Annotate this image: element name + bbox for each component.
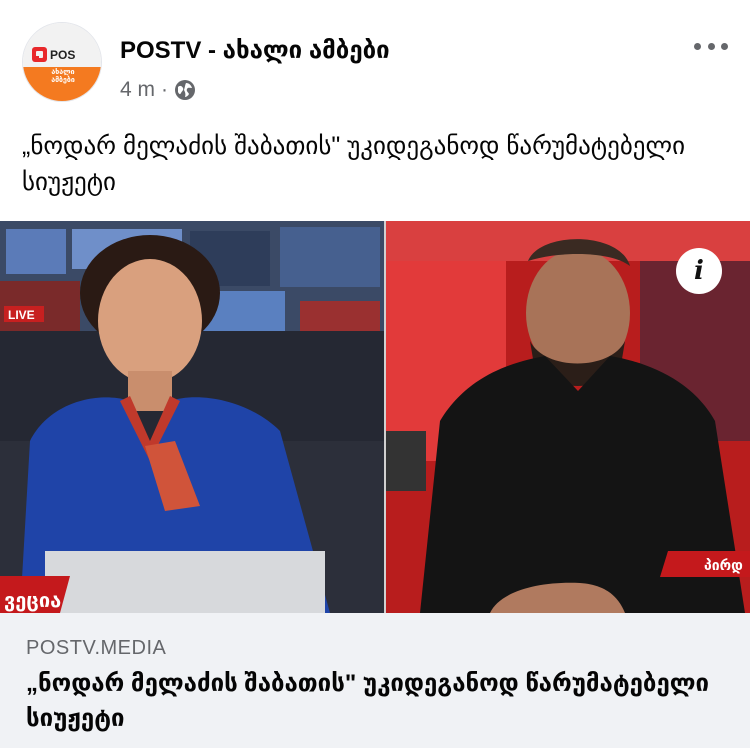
studio-screen: [6, 229, 66, 274]
presenter-face: [98, 259, 202, 383]
right-monitor: [386, 431, 426, 491]
more-options-button[interactable]: [694, 40, 728, 52]
info-icon[interactable]: i: [676, 248, 722, 294]
left-ticker-text: ვეცია: [4, 588, 61, 612]
post-header: POS ახალი ამბები POSTV - ახალი ამბები 4 …: [0, 0, 750, 120]
avatar-subtitle: ახალი ამბები: [51, 69, 75, 84]
link-domain: POSTV.MEDIA: [26, 637, 167, 659]
avatar-logo-text: POS: [50, 48, 75, 62]
more-dot: [694, 42, 701, 50]
page-avatar[interactable]: POS ახალი ამბები: [22, 22, 102, 102]
globe-icon[interactable]: [174, 79, 196, 101]
live-text: LIVE: [8, 308, 35, 322]
news-video-still: LIVE ვეცია პირდ: [0, 221, 750, 613]
split-divider: [384, 221, 386, 613]
post-time[interactable]: 4 m: [120, 78, 155, 102]
meta-separator: ·: [161, 78, 169, 101]
post-meta: 4 m ·: [120, 78, 196, 102]
more-dot: [707, 42, 715, 50]
postv-logo-icon: POS: [32, 47, 75, 62]
page-name-link[interactable]: POSTV - ახალი ამბები: [120, 36, 390, 65]
post-text: „ნოდარ მელაძის შაბათის" უკიდეგანოდ წარუმ…: [22, 132, 686, 196]
post-image[interactable]: LIVE ვეცია პირდ: [0, 221, 750, 613]
right-ticker-text: პირდ: [704, 558, 743, 574]
presenter-neck: [128, 371, 172, 411]
laptop: [45, 551, 325, 613]
more-dot: [721, 42, 728, 50]
link-title[interactable]: „ნოდარ მელაძის შაბათის" უკიდეგანოდ წარუმ…: [26, 666, 716, 736]
studio-screen: [280, 227, 380, 287]
